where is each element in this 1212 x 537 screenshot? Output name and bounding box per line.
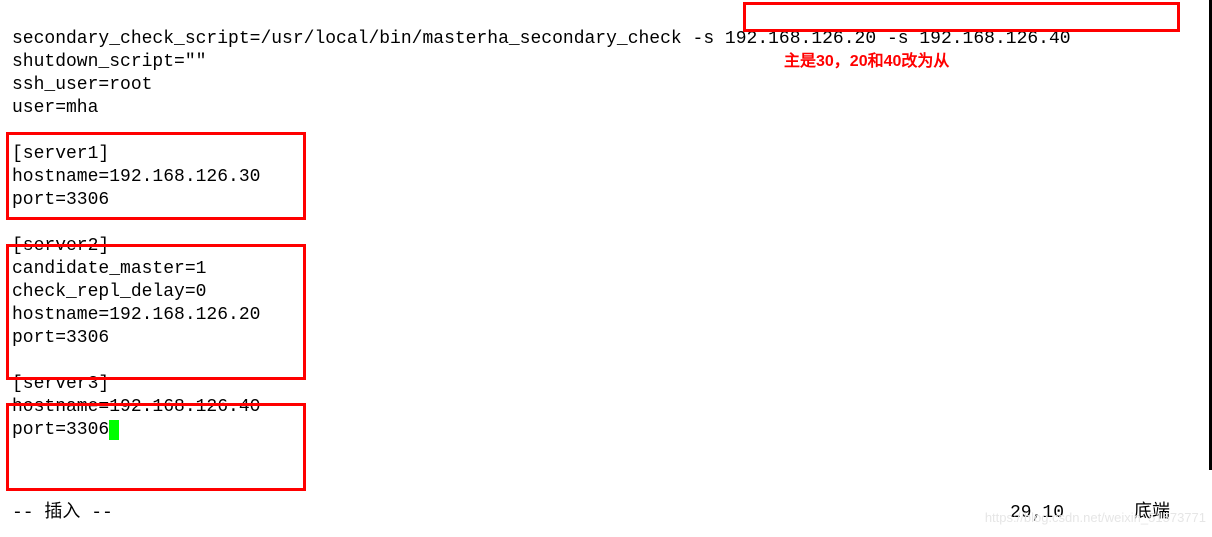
highlight-box-secondary-args [743, 2, 1180, 32]
highlight-box-server3 [6, 403, 306, 491]
config-line-user: user=mha [12, 98, 98, 118]
config-line-sshuser: ssh_user=root [12, 75, 152, 95]
highlight-box-server1 [6, 132, 306, 220]
annotation-text: 主是30，20和40改为从 [784, 50, 949, 73]
highlight-box-server2 [6, 244, 306, 380]
config-line-secondary: secondary_check_script=/usr/local/bin/ma… [12, 29, 1071, 49]
watermark-text: https://blog.csdn.net/weixin_51573771 [985, 506, 1206, 529]
config-line-shutdown: shutdown_script="" [12, 52, 206, 72]
vim-mode: -- 插入 -- [12, 502, 113, 525]
